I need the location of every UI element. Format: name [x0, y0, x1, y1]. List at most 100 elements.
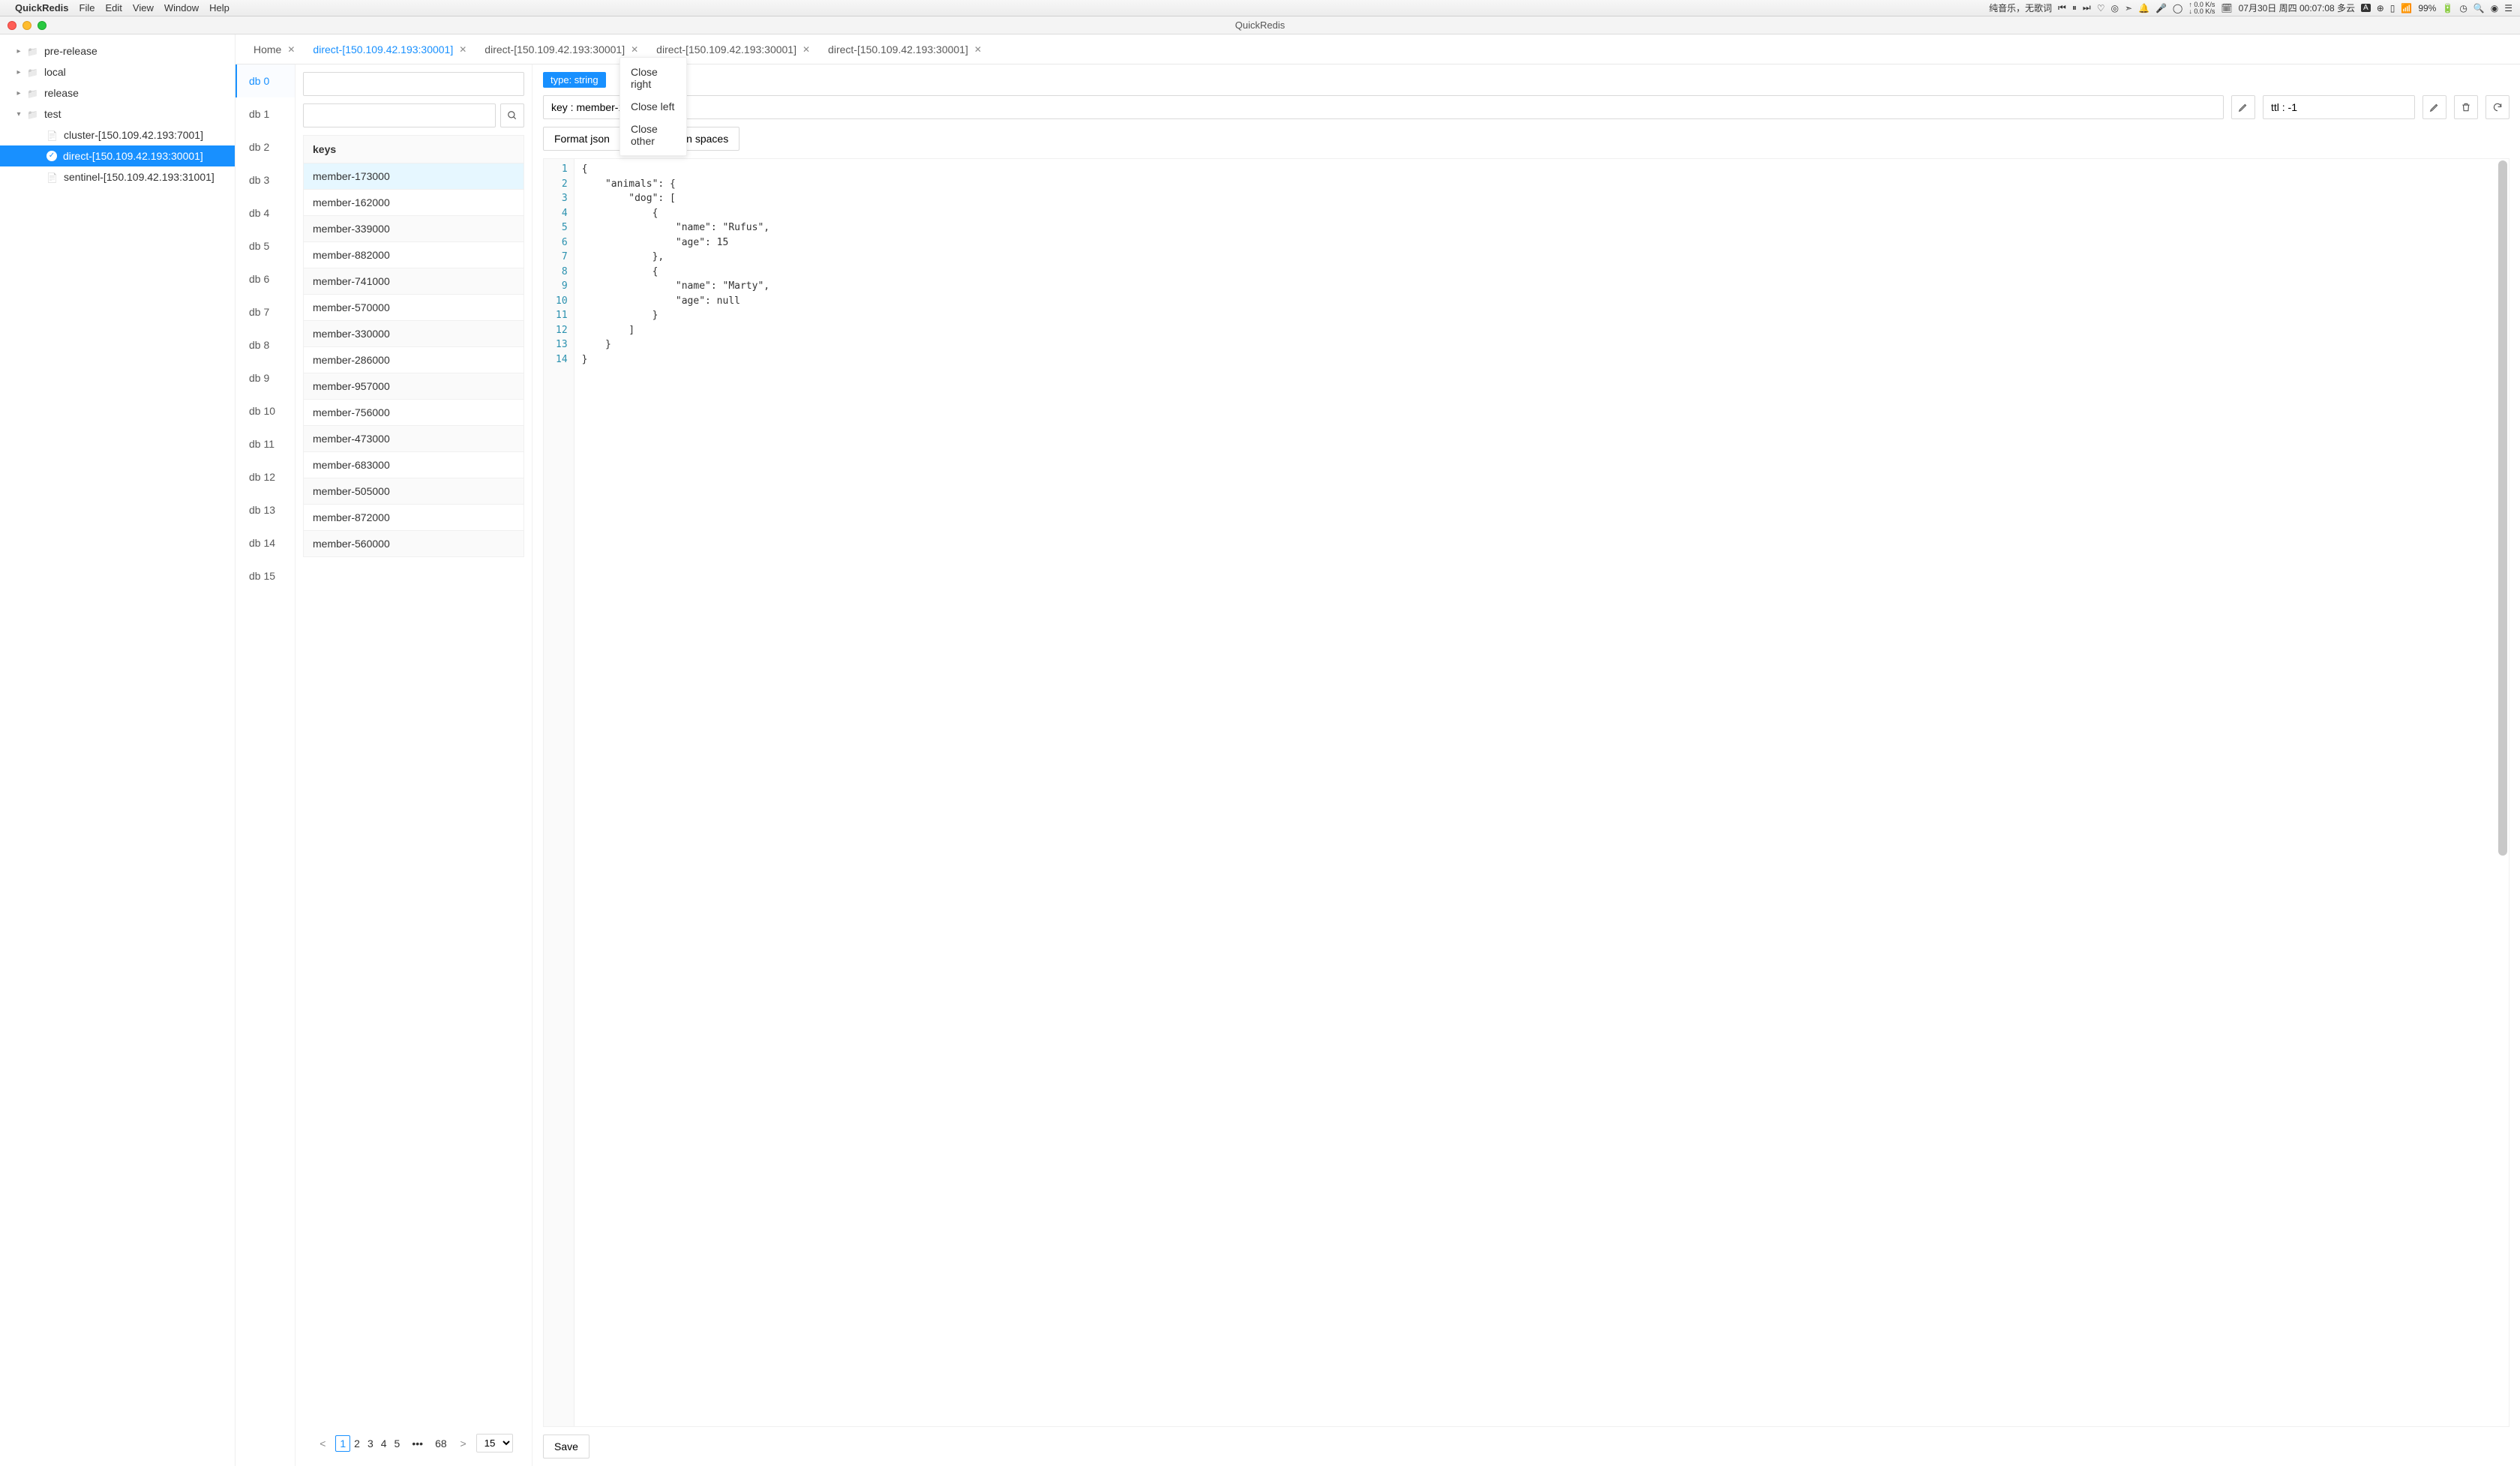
battery-box-icon[interactable]: ▯ [2390, 3, 2396, 13]
db-item[interactable]: db 2 [236, 130, 295, 163]
db-item[interactable]: db 6 [236, 262, 295, 295]
close-tab-icon[interactable]: ✕ [459, 44, 466, 55]
tree-item[interactable]: sentinel-[150.109.42.193:31001] [0, 166, 235, 187]
key-pattern-input[interactable] [303, 72, 524, 96]
key-row[interactable]: member-473000 [303, 426, 524, 452]
db-item[interactable]: db 10 [236, 394, 295, 427]
close-tab-icon[interactable]: ✕ [287, 44, 295, 55]
key-name-input[interactable] [543, 95, 2224, 119]
close-tab-icon[interactable]: ✕ [974, 44, 982, 55]
db-item[interactable]: db 1 [236, 97, 295, 130]
ttl-input[interactable] [2263, 95, 2415, 119]
key-search-input[interactable] [303, 103, 496, 127]
refresh-button[interactable] [2486, 95, 2510, 119]
tree-item[interactable]: ▸local [0, 61, 235, 82]
close-tab-icon[interactable]: ✕ [802, 44, 810, 55]
calendar-icon[interactable]: 🗓 [2221, 3, 2232, 13]
value-editor[interactable]: 1234567891011121314 { "animals": { "dog"… [543, 158, 2510, 1427]
app-name[interactable]: QuickRedis [15, 2, 69, 13]
key-row[interactable]: member-570000 [303, 295, 524, 321]
context-menu-item[interactable]: Close right [620, 61, 686, 95]
db-item[interactable]: db 3 [236, 163, 295, 196]
key-row[interactable]: member-683000 [303, 452, 524, 478]
tree-item[interactable]: ✓direct-[150.109.42.193:30001] [0, 145, 235, 166]
editor-scrollbar[interactable] [2498, 160, 2507, 1425]
page-number[interactable]: 5 [391, 1436, 404, 1451]
menu-view[interactable]: View [133, 2, 154, 13]
db-item[interactable]: db 0 [236, 64, 295, 97]
window-titlebar: QuickRedis [0, 16, 2520, 34]
tree-item[interactable]: ▸release [0, 82, 235, 103]
context-menu-item[interactable]: Close other [620, 118, 686, 152]
db-item[interactable]: db 11 [236, 427, 295, 460]
tree-item[interactable]: cluster-[150.109.42.193:7001] [0, 124, 235, 145]
battery-icon[interactable]: 🔋 [2442, 3, 2453, 13]
edit-key-button[interactable] [2231, 95, 2255, 119]
key-row[interactable]: member-339000 [303, 216, 524, 242]
key-row[interactable]: member-330000 [303, 321, 524, 347]
db-item[interactable]: db 8 [236, 328, 295, 361]
key-row[interactable]: member-872000 [303, 505, 524, 531]
crosshair-icon[interactable]: ⊕ [2377, 3, 2384, 13]
wifi-icon[interactable]: 📶 [2401, 3, 2412, 13]
key-row[interactable]: member-505000 [303, 478, 524, 505]
page-number[interactable]: 4 [377, 1436, 391, 1451]
key-row[interactable]: member-882000 [303, 242, 524, 268]
key-row[interactable]: member-162000 [303, 190, 524, 216]
key-row[interactable]: member-286000 [303, 347, 524, 373]
spotlight-icon[interactable]: 🔍 [2474, 3, 2485, 13]
db-item[interactable]: db 7 [236, 295, 295, 328]
editor-code[interactable]: { "animals": { "dog": [ { "name": "Rufus… [574, 159, 2509, 1426]
spiral-icon[interactable]: ◎ [2110, 3, 2118, 13]
key-row[interactable]: member-173000 [303, 163, 524, 190]
db-item[interactable]: db 13 [236, 493, 295, 526]
prev-icon[interactable]: ⏮ [2058, 2, 2066, 13]
bell-icon[interactable]: 🔔 [2138, 3, 2150, 13]
delete-key-button[interactable] [2454, 95, 2478, 119]
save-button[interactable]: Save [543, 1435, 590, 1459]
paper-plane-icon[interactable]: ➣ [2125, 3, 2132, 13]
input-method-icon[interactable]: A [2361, 4, 2371, 12]
circle-o-icon[interactable]: ◯ [2173, 3, 2182, 13]
page-next[interactable]: > [455, 1436, 472, 1451]
close-tab-icon[interactable]: ✕ [631, 44, 638, 55]
tab[interactable]: Home✕ [244, 34, 304, 64]
key-row[interactable]: member-741000 [303, 268, 524, 295]
key-row[interactable]: member-756000 [303, 400, 524, 426]
tree-item[interactable]: ▸pre-release [0, 40, 235, 61]
menu-edit[interactable]: Edit [105, 2, 122, 13]
page-size-select[interactable]: 15 [476, 1434, 513, 1453]
db-item[interactable]: db 9 [236, 361, 295, 394]
page-last[interactable]: 68 [431, 1436, 451, 1451]
db-item[interactable]: db 14 [236, 526, 295, 559]
page-number[interactable]: 3 [364, 1436, 377, 1451]
page-prev[interactable]: < [314, 1436, 331, 1451]
edit-ttl-button[interactable] [2422, 95, 2446, 119]
db-item[interactable]: db 12 [236, 460, 295, 493]
page-ellipsis[interactable]: ••• [408, 1436, 427, 1451]
next-icon[interactable]: ⏭ [2083, 2, 2091, 13]
tab[interactable]: direct-[150.109.42.193:30001]✕ [819, 34, 991, 64]
clock-icon[interactable]: ◷ [2459, 3, 2467, 13]
menu-help[interactable]: Help [209, 2, 230, 13]
value-panel: type: string [532, 64, 2520, 1466]
heart-icon[interactable]: ♡ [2097, 3, 2105, 13]
format-json-button[interactable]: Format json [543, 127, 621, 151]
tree-item[interactable]: ▾test [0, 103, 235, 124]
page-number[interactable]: 2 [350, 1436, 364, 1451]
key-row[interactable]: member-560000 [303, 531, 524, 557]
context-menu-item[interactable]: Close left [620, 95, 686, 118]
mic-icon[interactable]: 🎤 [2156, 3, 2167, 13]
pause-icon[interactable]: ⏸ [2072, 2, 2077, 13]
db-item[interactable]: db 4 [236, 196, 295, 229]
tab[interactable]: direct-[150.109.42.193:30001]✕ [304, 34, 476, 64]
key-row[interactable]: member-957000 [303, 373, 524, 400]
page-number[interactable]: 1 [335, 1435, 350, 1452]
db-item[interactable]: db 15 [236, 559, 295, 592]
search-button[interactable] [500, 103, 524, 127]
siri-icon[interactable]: ◉ [2491, 3, 2498, 13]
menu-list-icon[interactable]: ☰ [2504, 3, 2512, 13]
menu-window[interactable]: Window [164, 2, 199, 13]
menu-file[interactable]: File [80, 2, 95, 13]
db-item[interactable]: db 5 [236, 229, 295, 262]
